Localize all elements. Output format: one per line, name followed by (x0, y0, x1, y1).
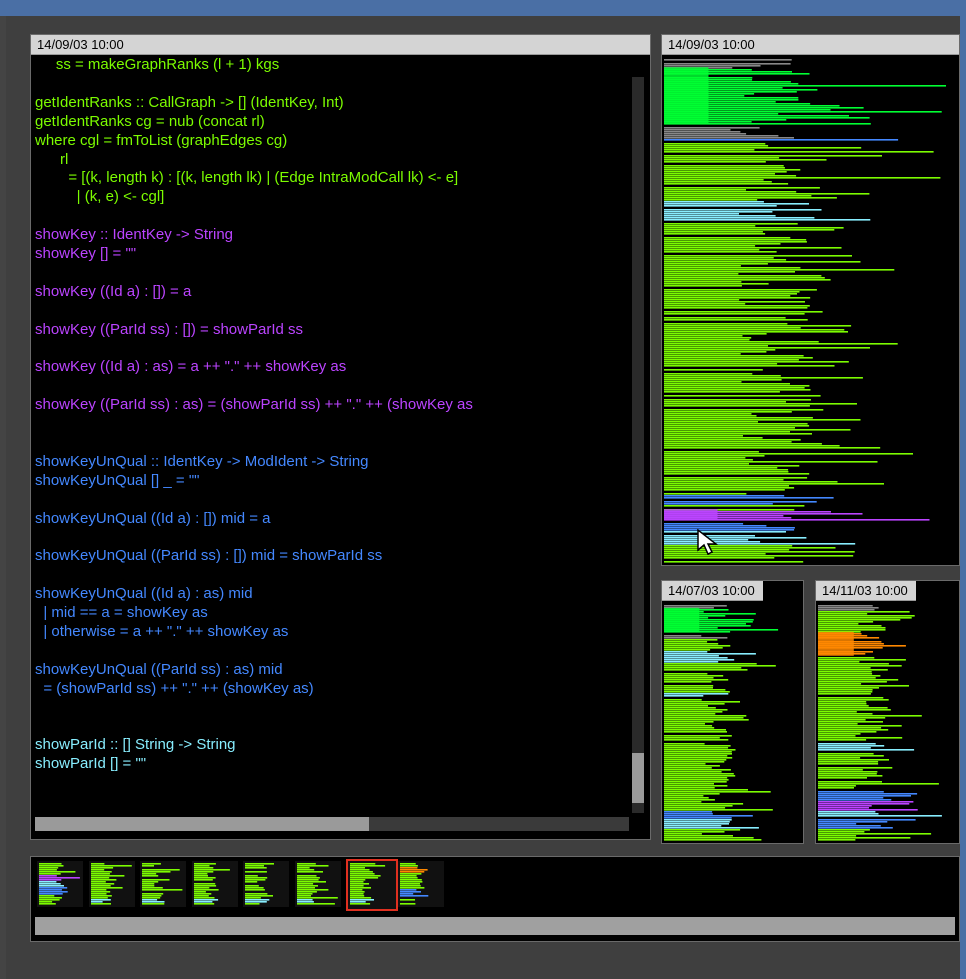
code-line: showKey [] = "" (35, 245, 137, 262)
version-thumbnail[interactable] (243, 861, 289, 907)
version-thumbnail[interactable] (294, 861, 341, 907)
code-line: getIdentRanks cg = nub (concat rl) (35, 112, 265, 130)
version-thumbnail[interactable] (346, 859, 398, 911)
code-line: = (showParId ss) ++ "." ++ (showKey as) (35, 679, 314, 697)
code-line: showKeyUnQual ((Id a) : as) mid (35, 585, 253, 603)
code-vertical-scroll-thumb[interactable] (632, 753, 644, 803)
code-vertical-scrollbar[interactable] (632, 77, 644, 813)
mouse-pointer-icon (697, 528, 719, 556)
overview-current-timestamp: 14/09/03 10:00 (662, 35, 959, 55)
code-horizontal-scroll-thumb[interactable] (35, 817, 369, 831)
code-line: showParId :: [] String -> String (35, 736, 236, 754)
code-line: showKeyUnQual ((ParId ss) : as) mid (35, 660, 283, 678)
code-view-pane: 14/09/03 10:00 ss = makeGraphRanks (l + … (30, 34, 651, 840)
code-line: showKey ((Id a) : []) = a (35, 282, 192, 300)
code-text-area[interactable]: ss = makeGraphRanks (l + 1) kgs getIdentR… (35, 57, 623, 813)
overview-next[interactable]: 14/11/03 10:00 (815, 580, 960, 844)
app-frame: 14/09/03 10:00 ss = makeGraphRanks (l + … (6, 16, 960, 979)
version-timeline (30, 856, 960, 942)
version-thumbnail[interactable] (88, 861, 135, 907)
code-line: | mid == a = showKey as (35, 604, 208, 622)
code-line: showKey ((ParId ss) : as) = (showParId s… (35, 396, 473, 414)
code-line: showKeyUnQual ((ParId ss) : []) mid = sh… (35, 547, 383, 565)
overview-previous[interactable]: 14/07/03 10:00 (661, 580, 804, 844)
version-thumbnail[interactable] (37, 861, 83, 907)
overview-next-visualization[interactable] (816, 603, 959, 843)
code-line: showKey :: IdentKey -> String (35, 226, 234, 244)
version-thumbnail[interactable] (140, 861, 186, 907)
window-top-bar (0, 0, 966, 16)
code-line: showKeyUnQual ((Id a) : []) mid = a (35, 509, 271, 527)
code-line: | otherwise = a ++ "." ++ showKey as (35, 623, 289, 640)
overview-previous-visualization[interactable] (662, 603, 803, 843)
code-line: | (k, e) <- cgl] (35, 188, 165, 206)
version-thumbnail[interactable] (191, 861, 238, 907)
code-line: showKey ((Id a) : as) = a ++ "." ++ show… (35, 358, 347, 376)
code-line: = [(k, length k) : [(k, length lk) | (Ed… (35, 169, 459, 187)
code-line: where cgl = fmToList (graphEdges cg) (35, 131, 288, 149)
window-right-border (960, 16, 966, 979)
code-view-timestamp: 14/09/03 10:00 (31, 35, 650, 55)
overview-current-visualization[interactable] (662, 57, 959, 565)
code-line: showKeyUnQual :: IdentKey -> ModIdent ->… (35, 452, 369, 470)
overview-current[interactable]: 14/09/03 10:00 (661, 34, 960, 566)
version-thumbnail[interactable] (397, 861, 444, 907)
code-line: showParId [] = "" (35, 755, 147, 773)
overview-previous-timestamp: 14/07/03 10:00 (662, 581, 763, 601)
code-line: showKey ((ParId ss) : []) = showParId ss (35, 320, 304, 338)
code-line: showKeyUnQual [] _ = "" (35, 471, 200, 489)
code-line: rl (35, 150, 69, 168)
code-horizontal-scrollbar[interactable] (35, 817, 629, 831)
timeline-scrollbar[interactable] (35, 917, 955, 935)
code-line: ss = makeGraphRanks (l + 1) kgs (35, 57, 280, 73)
code-line: getIdentRanks :: CallGraph -> [] (IdentK… (35, 93, 344, 111)
overview-next-timestamp: 14/11/03 10:00 (816, 581, 916, 601)
